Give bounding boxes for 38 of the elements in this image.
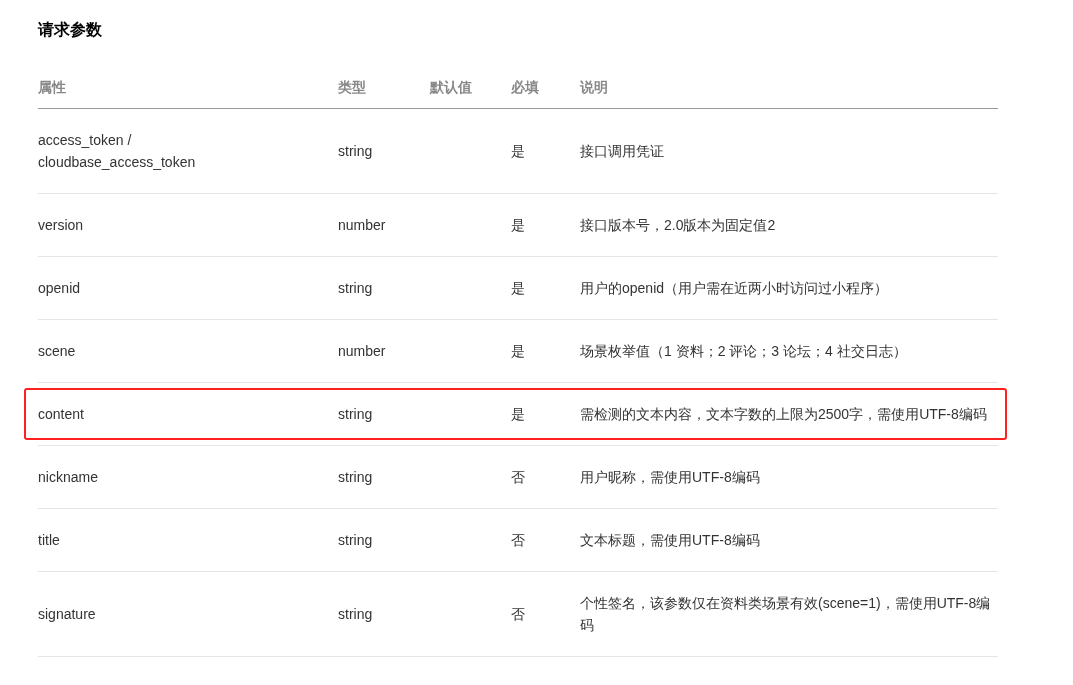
table-cell: 是 (511, 343, 525, 359)
section-title: 请求参数 (38, 20, 103, 40)
table-cell: 否 (511, 606, 525, 622)
table-cell: string (338, 606, 373, 622)
table-cell-text: version (38, 216, 84, 235)
table-cell: 接口版本号，2.0版本为固定值2 (580, 217, 776, 233)
column-header: 属性 (38, 78, 67, 97)
column-header: 说明 (580, 78, 609, 97)
table-cell: string (338, 532, 373, 548)
table-cell: 否 (511, 469, 525, 485)
table-cell: 用户昵称，需使用UTF-8编码 (580, 469, 760, 485)
table-cell: string (338, 143, 373, 159)
table-cell: 需检测的文本内容，文本字数的上限为2500字，需使用UTF-8编码 (580, 406, 987, 422)
table-cell: string (338, 280, 373, 296)
column-header: 类型 (338, 78, 367, 97)
table-cell: 文本标题，需使用UTF-8编码 (580, 532, 760, 548)
table-cell: string (338, 469, 373, 485)
table-cell: 否 (511, 532, 525, 548)
table-cell-text: title (38, 531, 60, 550)
column-header: 默认值 (430, 78, 473, 97)
table-cell: 个性签名，该参数仅在资料类场景有效(scene=1)，需使用UTF-8编码 (580, 595, 991, 633)
table-cell-text: access_token / cloudbase_access_token (38, 131, 197, 172)
table-cell-text: openid (38, 279, 81, 298)
table-cell: 用户的openid（用户需在近两小时访问过小程序） (580, 280, 889, 296)
column-header: 必填 (511, 78, 540, 97)
table-cell: number (338, 217, 386, 233)
table-cell: 是 (511, 217, 525, 233)
table-cell: 接口调用凭证 (580, 143, 664, 159)
table-cell: string (338, 406, 373, 422)
table-cell: 是 (511, 280, 525, 296)
table-cell-text: content (38, 405, 84, 424)
table-cell-text: scene (38, 342, 76, 361)
table-cell: 场景枚举值（1 资料；2 评论；3 论坛；4 社交日志） (580, 343, 907, 359)
table-cell-text: nickname (38, 468, 98, 487)
table-cell: 是 (511, 406, 525, 422)
table-cell-text: signature (38, 605, 96, 624)
table-cell: number (338, 343, 386, 359)
table-cell: 是 (511, 143, 525, 159)
